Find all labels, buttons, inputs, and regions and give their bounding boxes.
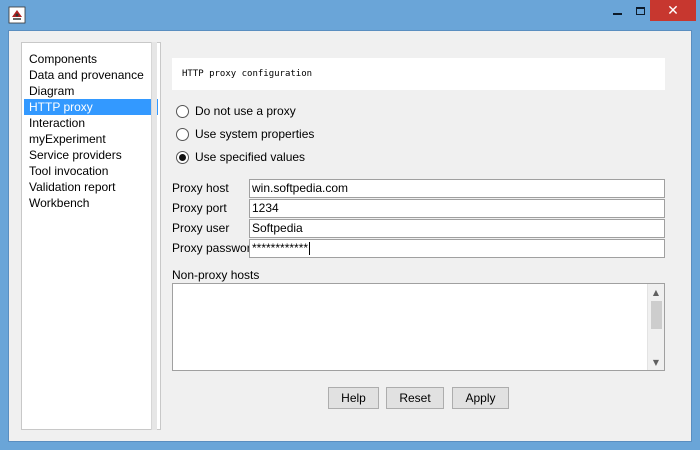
sidebar-item-interaction[interactable]: Interaction [24,115,158,131]
proxy-user-input[interactable]: Softpedia [249,219,665,238]
radio-dot [179,153,186,161]
non-proxy-hosts-textarea[interactable]: ▲ ▼ [172,283,665,371]
panel-header: HTTP proxy configuration [172,58,665,90]
reset-button[interactable]: Reset [386,387,444,409]
java-cup-icon[interactable] [8,6,26,24]
sidebar-item-workbench[interactable]: Workbench [24,195,158,211]
radio-specified-values[interactable]: Use specified values [176,148,305,166]
help-button[interactable]: Help [328,387,379,409]
close-button[interactable]: ✕ [650,0,696,21]
sidebar-item-components[interactable]: Components [24,51,158,67]
scroll-down-icon[interactable]: ▼ [648,354,664,370]
radio-no-proxy[interactable]: Do not use a proxy [176,102,296,120]
sidebar-item-myexperiment[interactable]: myExperiment [24,131,158,147]
text-caret [309,242,311,256]
proxy-user-label: Proxy user [172,221,230,235]
proxy-host-input[interactable]: win.softpedia.com [249,179,665,198]
sidebar-item-diagram[interactable]: Diagram [24,83,158,99]
radio-button-icon[interactable] [176,104,189,118]
radio-button-icon[interactable] [176,127,189,141]
proxy-port-label: Proxy port [172,201,227,215]
sidebar-item-validation-report[interactable]: Validation report [24,179,158,195]
radio-button-selected-icon[interactable] [176,150,189,164]
maximize-icon [636,6,645,15]
apply-button[interactable]: Apply [452,387,509,409]
sidebar-item-http-proxy[interactable]: HTTP proxy [24,99,158,115]
title-bar: ✕ [0,0,700,30]
non-proxy-hosts-label: Non-proxy hosts [172,268,260,282]
radio-system-properties-label: Use system properties [195,127,315,141]
proxy-password-input[interactable]: ************ [249,239,665,258]
radio-no-proxy-label: Do not use a proxy [195,104,296,118]
proxy-host-label: Proxy host [172,181,229,195]
radio-specified-values-label: Use specified values [195,150,306,164]
preferences-category-list[interactable]: Components Data and provenance Diagram H… [21,42,161,430]
sidebar-item-tool-invocation[interactable]: Tool invocation [24,163,158,179]
minimize-icon [613,12,622,15]
proxy-password-value: ************ [252,241,309,255]
scroll-thumb[interactable] [651,301,662,329]
sidebar-item-data-and-provenance[interactable]: Data and provenance [24,67,158,83]
vertical-scrollbar[interactable]: ▲ ▼ [647,284,664,370]
sidebar-item-service-providers[interactable]: Service providers [24,147,158,163]
proxy-password-label: Proxy password [172,241,258,255]
scroll-up-icon[interactable]: ▲ [648,284,664,300]
close-icon: ✕ [667,2,679,19]
radio-system-properties[interactable]: Use system properties [176,125,314,143]
proxy-port-input[interactable]: 1234 [249,199,665,218]
panel-title: HTTP proxy configuration [182,69,313,79]
splitter-handle[interactable] [151,42,157,430]
